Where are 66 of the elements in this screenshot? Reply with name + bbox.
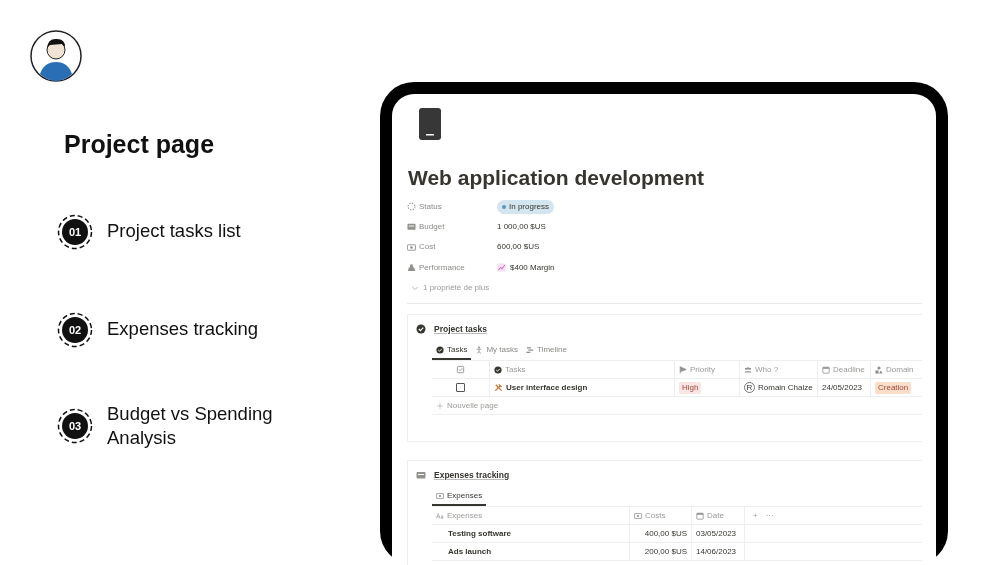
column-header: Expenses (447, 509, 483, 522)
number-badge: 03 (57, 408, 93, 445)
section-title[interactable]: Project tasks (434, 322, 487, 336)
checkbox-icon (456, 365, 465, 375)
calendar-icon (696, 511, 704, 520)
flag-icon (679, 365, 687, 374)
property-name: Budget (419, 220, 445, 233)
table-cell: 24/05/2023 (822, 381, 863, 394)
table-cell: 03/05/2023 (696, 527, 737, 540)
avatar (30, 30, 82, 82)
property-value: 600,00 $US (497, 241, 540, 254)
check-circle-icon (416, 324, 426, 335)
view-tab[interactable]: My tasks (471, 341, 522, 361)
checkbox[interactable] (456, 383, 465, 393)
property-value: $400 Margin (510, 261, 555, 274)
column-header: Costs (645, 509, 666, 522)
person-name: Romain Chaize (758, 381, 813, 394)
property-name: Cost (419, 241, 436, 254)
column-header: Tasks (505, 363, 526, 376)
column-header: Who ? (755, 363, 779, 376)
check-circle-icon (436, 346, 444, 355)
table-cell: 14/06/2023 (696, 545, 737, 558)
plus-icon (436, 401, 444, 410)
section-title[interactable]: Expenses tracking (434, 468, 510, 482)
column-header: Domain (886, 363, 914, 376)
property-name: Status (419, 200, 442, 213)
column-header: Deadline (833, 363, 865, 376)
shapes-icon (875, 365, 883, 374)
view-tab[interactable]: Expenses (432, 487, 487, 507)
tools-icon (494, 383, 503, 393)
column-header: Priority (690, 363, 715, 376)
text-icon (436, 511, 444, 520)
card-icon (407, 222, 416, 232)
tag: Creation (875, 381, 912, 394)
status-tag: In progress (497, 199, 555, 214)
row-title[interactable]: Testing software (448, 527, 511, 540)
cash-icon (407, 242, 416, 252)
view-tab[interactable]: Tasks (432, 341, 472, 361)
trend-chart-icon (497, 263, 506, 273)
check-circle-icon (494, 365, 502, 374)
feature-label: Budget vs Spending Analysis (107, 401, 274, 451)
calendar-icon (822, 365, 830, 374)
cash-icon (634, 511, 642, 520)
feature-label: Expenses tracking (107, 317, 260, 341)
status-icon (407, 202, 416, 212)
feature-label: Project tasks list (107, 219, 242, 243)
tag: High (679, 381, 702, 394)
people-icon (744, 365, 752, 374)
table-cell: 200,00 $US (644, 545, 687, 558)
row-title[interactable]: Ads launch (448, 545, 492, 558)
property-value: 1 000,00 $US (497, 220, 546, 233)
chevron-down-icon (411, 283, 419, 292)
phone-icon (419, 108, 441, 140)
cash-icon (436, 492, 444, 501)
person-icon (475, 346, 484, 355)
view-tab[interactable]: Timeline (522, 341, 571, 361)
slide-heading: Project page (64, 129, 216, 160)
number-badge: 02 (57, 311, 93, 348)
column-header: Date (707, 509, 724, 522)
number-badge: 01 (57, 213, 93, 250)
page-title: Web application development (408, 165, 705, 191)
card-icon (416, 470, 426, 481)
property-name: Performance (419, 261, 465, 274)
timeline-icon (526, 346, 534, 355)
table-cell: 400,00 $US (644, 527, 687, 540)
row-title[interactable]: User interface design (506, 381, 588, 394)
